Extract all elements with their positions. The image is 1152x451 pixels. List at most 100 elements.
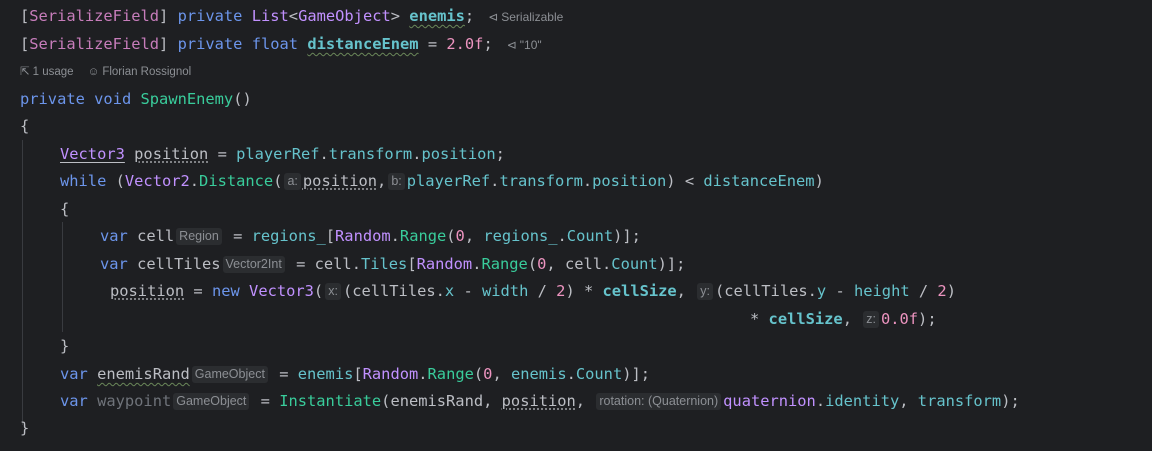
param-hint: z: — [863, 311, 879, 328]
property-token: transform — [328, 145, 413, 163]
field-token: distanceEnem — [703, 172, 815, 190]
local-position[interactable]: position — [134, 145, 208, 163]
method-name[interactable]: SpawnEnemy — [141, 90, 234, 108]
field-token: playerRef — [406, 172, 491, 190]
code-line-5[interactable]: Vector3 position = playerRef.transform.p… — [60, 142, 505, 166]
field-name-distanceEnem[interactable]: distanceEnem — [307, 35, 418, 53]
code-line-method[interactable]: private void SpawnEnemy() — [20, 87, 252, 111]
type-token: Random — [362, 365, 419, 383]
open-brace: { — [20, 117, 30, 135]
number-literal: 0 — [455, 227, 465, 245]
type-token: float — [251, 35, 299, 53]
local-cell[interactable]: cell — [137, 227, 174, 245]
method-token: Range — [427, 365, 474, 383]
code-line-open-brace[interactable]: { — [20, 114, 29, 138]
method-token: Instantiate — [279, 392, 382, 410]
inlay-text: Serializable — [501, 10, 564, 24]
code-line-14[interactable]: var waypoint GameObject = Instantiate(ene… — [60, 389, 1020, 413]
code-line-12[interactable]: } — [60, 334, 69, 358]
value-inlay[interactable]: ⊲ "10" — [507, 38, 542, 52]
number-literal: 0 — [537, 255, 547, 273]
unity-icon: ⊲ — [506, 38, 517, 52]
local-position[interactable]: position — [303, 172, 377, 190]
field-token: regions_ — [251, 227, 326, 245]
field-token: width — [482, 282, 529, 300]
attribute-token: SerializeField — [29, 7, 160, 25]
serializable-inlay[interactable]: ⊲ Serializable — [488, 10, 563, 24]
field-token: regions_ — [483, 227, 558, 245]
property-token: identity — [825, 392, 900, 410]
code-line-8[interactable]: var cell Region = regions_[Random.Range(0… — [100, 224, 641, 248]
local-position[interactable]: position — [110, 282, 184, 300]
code-line-13[interactable]: var enemisRand GameObject = enemis[Random… — [60, 362, 650, 386]
local-cell: cell — [564, 255, 603, 273]
type-token: Random — [335, 227, 391, 245]
type-token: quaternion — [723, 392, 816, 410]
code-line-6[interactable]: while (Vector2.Distance(a: position, b: pla… — [60, 169, 824, 193]
code-line-10[interactable]: position = new Vector3(x: (cellTiles.x - … — [110, 279, 956, 303]
number-literal: 2.0f — [446, 35, 484, 53]
local-cell: cell — [314, 255, 352, 273]
type-token: Random — [416, 255, 473, 273]
keyword-var: var — [100, 227, 128, 245]
return-type-token: void — [94, 90, 132, 108]
property-token: position — [592, 172, 667, 190]
field-token: playerRef — [236, 145, 320, 163]
modifier-token: private — [20, 90, 85, 108]
usages-link[interactable]: ⇱ 1 usage — [20, 66, 74, 78]
author-link[interactable]: ☺ Florian Rossignol — [88, 66, 192, 78]
method-token: Range — [481, 255, 528, 273]
unity-icon: ⊲ — [488, 10, 499, 24]
code-line-close-brace[interactable]: } — [20, 416, 29, 440]
type-token: Vector3 — [60, 145, 125, 163]
local-waypoint-unused[interactable]: waypoint — [97, 392, 171, 410]
method-token: Distance — [199, 172, 274, 190]
keyword-var: var — [60, 392, 88, 410]
field-token: enemis — [510, 365, 567, 383]
param-hint: y: — [697, 283, 713, 300]
param-hint: b: — [388, 173, 405, 190]
code-line-9[interactable]: var cellTiles Vector2Int = cell.Tiles[Ran… — [100, 252, 685, 276]
code-line-7[interactable]: { — [60, 197, 69, 221]
field-token: enemis — [297, 365, 354, 383]
number-literal: 0.0f — [880, 310, 919, 328]
local-cellTiles[interactable]: cellTiles — [137, 255, 220, 273]
type-token: Vector2 — [124, 172, 190, 190]
indent-guide — [22, 140, 23, 425]
number-literal: 2 — [937, 282, 947, 300]
code-line-1[interactable]: [SerializeField] private List<GameObject… — [20, 4, 563, 28]
param-hint: a: — [284, 173, 301, 190]
local-cellTiles: cellTiles — [352, 282, 436, 300]
field-token: cellSize — [768, 310, 843, 328]
method-token: Range — [399, 227, 447, 245]
property-token: Count — [566, 227, 614, 245]
modifier-token: private — [177, 35, 243, 53]
type-token: Vector3 — [249, 282, 314, 300]
property-token: Tiles — [360, 255, 408, 273]
param-hint: rotation: (Quaternion) — [596, 393, 722, 410]
code-line-11[interactable]: * cellSize, z: 0.0f); — [750, 307, 937, 331]
code-line-2[interactable]: [SerializeField] private float distanceE… — [20, 32, 542, 56]
local-enemisRand: enemisRand — [390, 392, 484, 410]
property-token: Count — [611, 255, 658, 273]
param-hint: x: — [325, 283, 341, 300]
code-editor[interactable]: [SerializeField] private List<GameObject… — [0, 0, 1152, 451]
person-icon: ☺ — [87, 66, 100, 78]
local-position[interactable]: position — [502, 392, 576, 410]
generic-type-token: GameObject — [298, 7, 391, 25]
type-hint: Vector2Int — [222, 256, 285, 273]
attribute-token: SerializeField — [29, 35, 160, 53]
field-token: cellSize — [602, 282, 677, 300]
keyword-while: while — [60, 172, 107, 190]
usages-icon: ⇱ — [20, 66, 30, 78]
modifier-token: private — [177, 7, 243, 25]
close-brace: } — [20, 419, 30, 437]
code-vision-line: ⇱ 1 usage ☺ Florian Rossignol — [20, 63, 205, 81]
property-token: transform — [499, 172, 583, 190]
local-enemisRand[interactable]: enemisRand — [97, 365, 190, 383]
field-name-enemis[interactable]: enemis — [409, 7, 465, 25]
inlay-text: "10" — [519, 38, 542, 52]
type-hint: GameObject — [173, 393, 250, 410]
type-token: List — [251, 7, 289, 25]
field-token: x — [444, 282, 455, 300]
